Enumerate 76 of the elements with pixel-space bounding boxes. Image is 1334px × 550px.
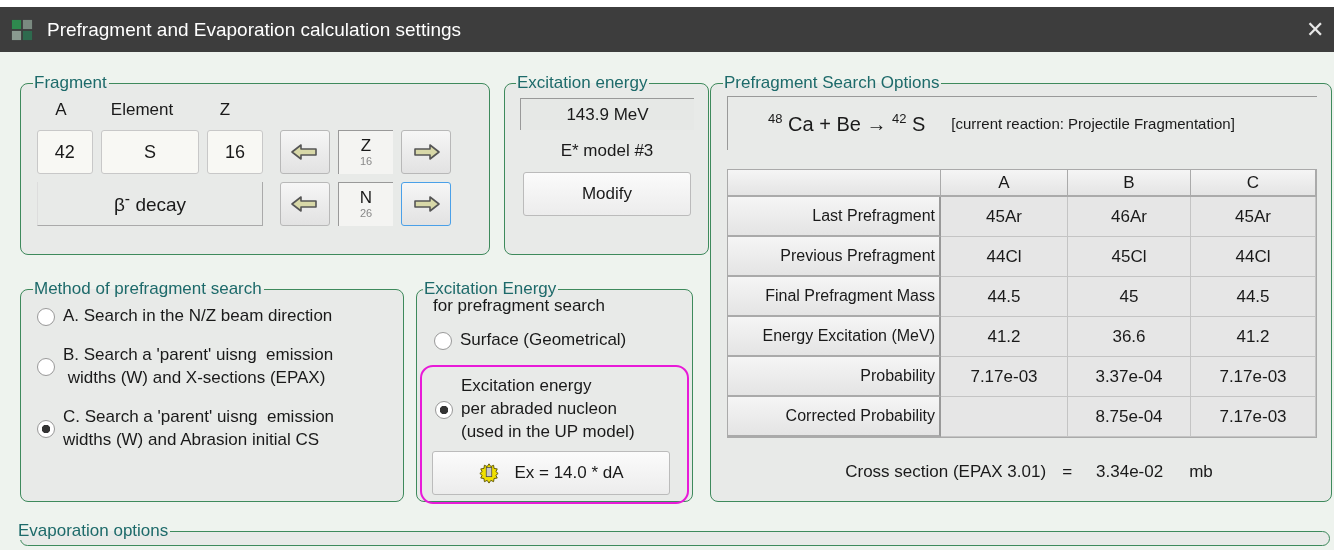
group-title: Excitation Energy <box>423 280 558 298</box>
right-arrow-icon <box>411 142 441 162</box>
field-label: A <box>54 100 68 120</box>
close-button[interactable]: ✕ <box>1306 18 1324 41</box>
table-cell: 7.17e-03 <box>941 357 1068 397</box>
cross-section-value: 3.34e-02 <box>1096 462 1164 482</box>
column-header: A <box>941 170 1068 197</box>
row-header: Probability <box>728 357 941 397</box>
field-label: Element <box>109 100 175 120</box>
modify-button[interactable]: Modify <box>523 172 691 216</box>
counter-value: 16 <box>359 155 373 168</box>
group-subtitle: for prefragment search <box>433 296 606 316</box>
table-cell: 7.17e-03 <box>1191 397 1316 437</box>
table-cell: 45 <box>1068 277 1191 317</box>
option-label[interactable]: A. Search in the N/Z beam direction <box>63 304 333 327</box>
counter-value: 26 <box>359 207 373 220</box>
column-header: C <box>1191 170 1316 197</box>
gear-icon <box>478 462 501 484</box>
table-cell: 8.75e-04 <box>1068 397 1191 437</box>
group-title: Fragment <box>33 74 108 92</box>
next-button[interactable] <box>401 130 451 174</box>
row-header: Previous Prefragment <box>728 237 941 277</box>
model-label: E* model #3 <box>560 141 654 161</box>
previous-button[interactable] <box>280 182 330 226</box>
z-field[interactable]: 16 <box>207 130 263 174</box>
option-label[interactable]: Excitation energy per abraded nucleon (used in the UP model) <box>461 374 635 443</box>
table-cell: 46Ar <box>1068 197 1191 237</box>
cross-section-label: Cross section (EPAX 3.01) <box>845 462 1047 482</box>
row-header: Energy Excitation (MeV) <box>728 317 941 357</box>
reaction-note: [current reaction: Projectile Fragmentation] <box>951 115 1235 132</box>
radio-button[interactable] <box>37 420 55 438</box>
table-cell: 44.5 <box>1191 277 1316 317</box>
counter-label: N <box>359 189 373 207</box>
group-title: Prefragment Search Options <box>723 74 941 92</box>
field-label: Z <box>218 100 232 120</box>
previous-button[interactable] <box>280 130 330 174</box>
row-header: Final Prefragment Mass <box>728 277 941 317</box>
unit-label: mb <box>1189 462 1213 482</box>
window-title: Prefragment and Evaporation calculation settings <box>47 18 463 41</box>
right-arrow-icon <box>411 194 441 214</box>
radio-button[interactable] <box>37 358 55 376</box>
group-title: Method of prefragment search <box>33 280 263 298</box>
option-label[interactable]: C. Search a 'parent' uisng emission widths (W) and Abrasion initial CS <box>63 405 335 451</box>
row-header: Corrected Probability <box>728 397 941 437</box>
option-label[interactable]: Surface (Geometrical) <box>460 328 627 351</box>
table-cell: 7.17e-03 <box>1191 357 1316 397</box>
column-header: B <box>1068 170 1191 197</box>
energy-value: 143.9 MeV <box>520 98 694 130</box>
table-cell: 45Cl <box>1068 237 1191 277</box>
table-cell: 41.2 <box>1191 317 1316 357</box>
next-button[interactable] <box>401 182 451 226</box>
radio-button[interactable] <box>37 307 55 326</box>
formula-button[interactable]: Ex = 14.0 * dA <box>432 451 670 495</box>
table-cell: 3.37e-04 <box>1068 357 1191 397</box>
equals-sign: = <box>1062 462 1073 482</box>
a-field[interactable]: 42 <box>37 130 93 174</box>
group-title: Evaporation options <box>17 522 170 540</box>
table-cell: 36.6 <box>1068 317 1191 357</box>
group-title: Excitation energy <box>516 74 649 92</box>
radio-button[interactable] <box>435 400 453 419</box>
element-field[interactable]: S <box>100 130 200 174</box>
app-icon <box>11 18 33 41</box>
left-arrow-icon <box>290 142 320 162</box>
radio-button[interactable] <box>434 331 452 350</box>
table-cell: 45Ar <box>941 197 1068 237</box>
table-cell: 44.5 <box>941 277 1068 317</box>
reaction-formula: $^{48}$ Ca + Be → $^{42}$ S <box>768 111 926 136</box>
row-header: Last Prefragment <box>728 197 941 237</box>
left-arrow-icon <box>290 194 320 214</box>
counter-label: Z <box>360 137 372 155</box>
table-cell: 44Cl <box>941 237 1068 277</box>
table-cell: 44Cl <box>1191 237 1316 277</box>
table-cell: 45Ar <box>1191 197 1316 237</box>
option-label[interactable]: B. Search a 'parent' uisng emission widths (W) and X-sections (EPAX) <box>63 343 334 389</box>
decay-button[interactable]: β$^{-}$ decay <box>37 182 263 226</box>
table-cell: 41.2 <box>941 317 1068 357</box>
